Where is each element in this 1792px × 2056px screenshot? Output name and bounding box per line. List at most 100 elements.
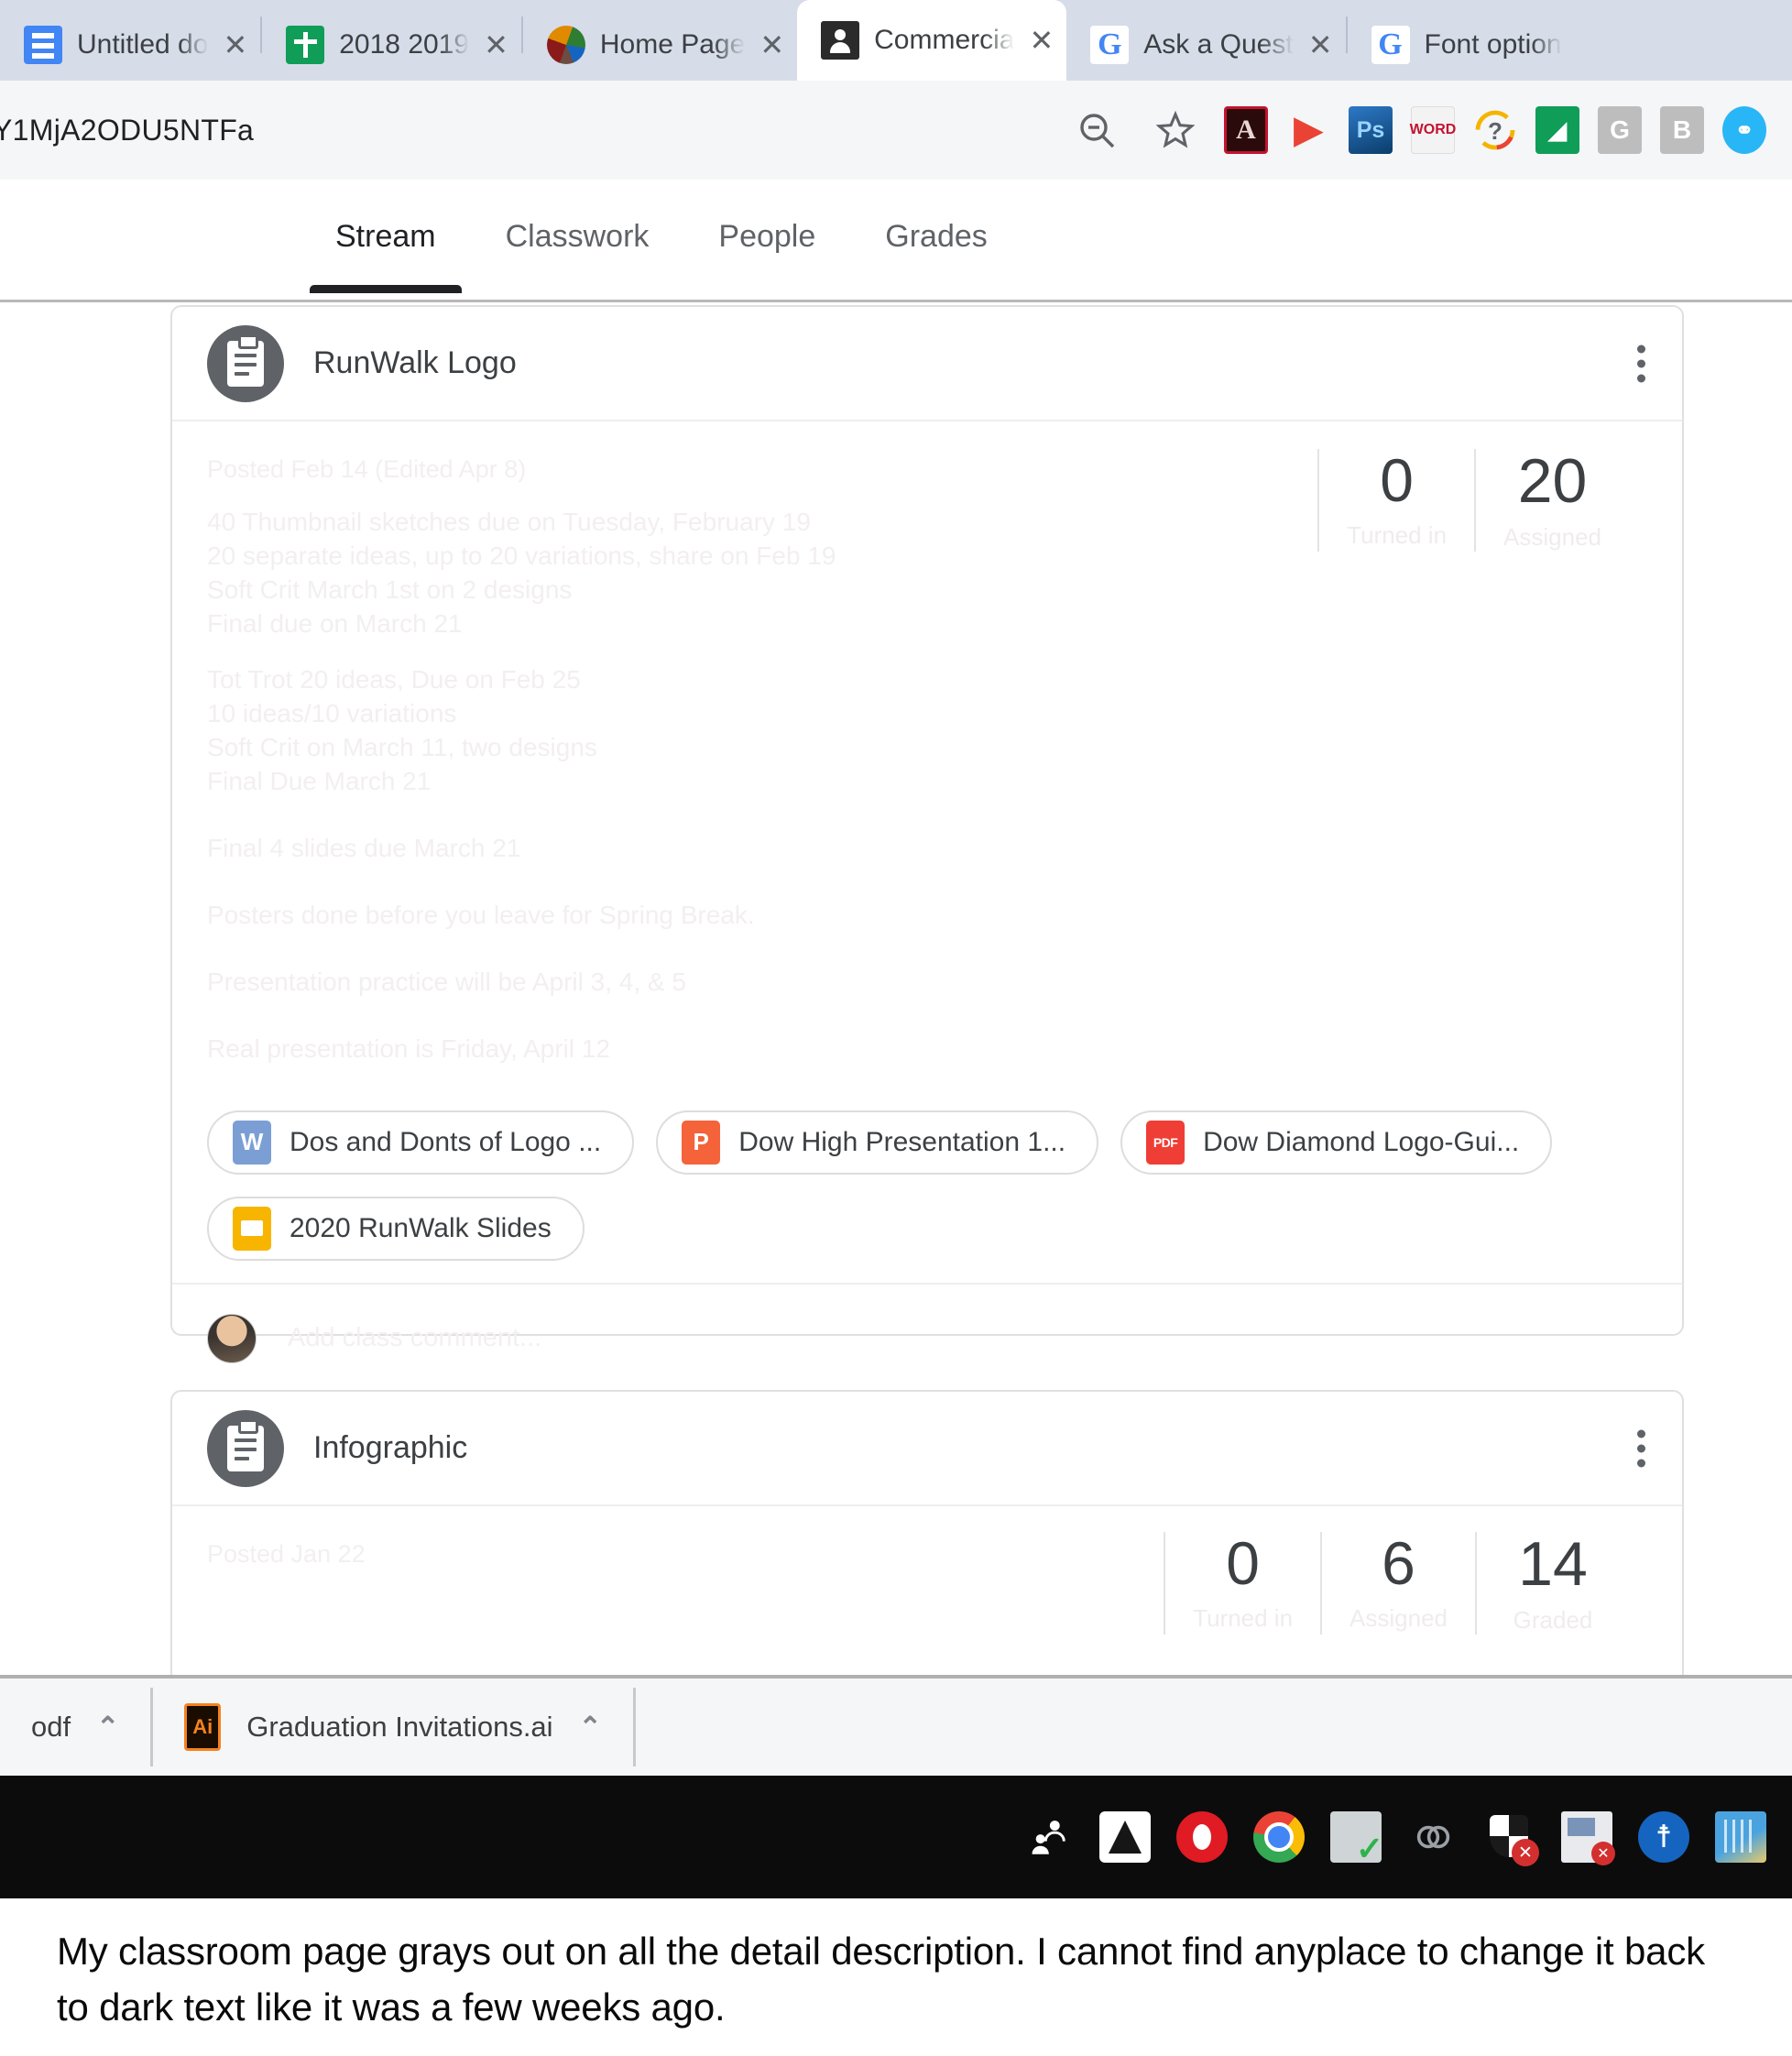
creative-cloud-icon[interactable] (1407, 1811, 1459, 1863)
post-description-line-2: Posters done before you leave for Spring… (207, 900, 755, 929)
comment-placeholder: Add class comment... (288, 1323, 542, 1353)
post-title[interactable]: Infographic (313, 1430, 467, 1466)
printer-ready-icon[interactable] (1330, 1811, 1383, 1868)
google-drive-icon[interactable] (1099, 1811, 1151, 1863)
classroom-stream-content: RunWalk Logo Posted Feb 14 (Edited Apr 8… (0, 305, 1792, 1675)
add-class-comment-row[interactable]: Add class comment... (172, 1282, 1682, 1393)
download-filename: Graduation Invitations.ai (246, 1711, 553, 1743)
assignment-clipboard-icon (207, 1409, 284, 1487)
tab-people[interactable]: People (683, 180, 850, 293)
google-docs-icon (24, 26, 62, 64)
shelf-divider (632, 1688, 636, 1766)
post-body: Posted Feb 14 (Edited Apr 8) 40 Thumbnai… (172, 421, 1682, 1270)
close-tab-icon[interactable]: ✕ (759, 30, 784, 60)
attachment-label: 2020 RunWalk Slides (290, 1212, 552, 1243)
link-extension-icon[interactable]: ⚭ (1722, 106, 1766, 154)
stat-label: Turned in (1193, 1604, 1294, 1633)
browser-tab-home-page[interactable]: Home Page ✕ (523, 9, 797, 81)
post-stats: 0 Turned in 6 Assigned 14 Graded (1164, 1529, 1629, 1635)
attachment-label: Dos and Donts of Logo ... (290, 1126, 602, 1157)
opera-icon[interactable] (1176, 1811, 1228, 1863)
tab-label: Classwork (505, 218, 650, 254)
stat-assigned[interactable]: 6 Assigned (1320, 1529, 1475, 1635)
download-item-graduation-invitations[interactable]: Ai Graduation Invitations.ai ⌃ (153, 1677, 632, 1777)
tab-classwork[interactable]: Classwork (471, 180, 684, 293)
zoom-out-icon[interactable] (1057, 91, 1136, 170)
omnibox-actions: ▶ Ps WORD ? ◢ G B ⚭ (1057, 91, 1792, 170)
stat-graded[interactable]: 14 Graded (1475, 1529, 1629, 1635)
people-icon[interactable] (1022, 1811, 1074, 1863)
tab-stream[interactable]: Stream (300, 180, 471, 293)
close-tab-icon[interactable]: ✕ (484, 30, 508, 60)
chevron-up-icon[interactable]: ⌃ (96, 1712, 119, 1744)
close-tab-icon[interactable]: ✕ (1308, 30, 1333, 60)
close-tab-icon[interactable]: ✕ (223, 30, 247, 60)
star-icon[interactable] (1136, 91, 1215, 170)
browser-tab-ask-a-question[interactable]: G Ask a Quest ✕ (1066, 9, 1345, 81)
files-error-icon[interactable] (1561, 1811, 1615, 1865)
stat-turned-in[interactable]: 0 Turned in (1317, 448, 1474, 552)
tab-title: Untitled do (77, 29, 209, 60)
download-filename: odf (31, 1711, 71, 1743)
post-title[interactable]: RunWalk Logo (313, 345, 517, 381)
browser-omnibox-row: Y1MjA2ODU5NTFa ▶ Ps WORD (0, 81, 1792, 180)
stat-label: Assigned (1349, 1604, 1448, 1633)
svg-text:?: ? (1488, 117, 1502, 145)
attachment-chip[interactable]: P Dow High Presentation 1... (656, 1110, 1099, 1175)
tab-label: People (718, 218, 816, 254)
tab-title: Commercia (874, 25, 1015, 55)
tab-label: Grades (885, 218, 988, 254)
browser-tab-commercial-active[interactable]: Commercia ✕ (797, 0, 1067, 81)
attachment-chip[interactable]: PDF Dow Diamond Logo-Gui... (1120, 1110, 1553, 1175)
download-item-partial[interactable]: odf ⌃ (0, 1677, 150, 1777)
tab-grades[interactable]: Grades (850, 180, 1022, 293)
security-shield-error-icon[interactable] (1484, 1811, 1539, 1866)
browser-tab-sheets[interactable]: 2018 2019 ✕ (262, 9, 521, 81)
powerpoint-document-icon: P (682, 1120, 721, 1165)
google-sheets-icon (286, 26, 325, 64)
photoshop-extension-icon[interactable]: Ps (1349, 106, 1393, 154)
attachment-label: Dow High Presentation 1... (738, 1126, 1066, 1157)
stat-label: Turned in (1347, 521, 1448, 550)
assignment-clipboard-icon (207, 324, 284, 402)
stat-assigned[interactable]: 20 Assigned (1474, 446, 1629, 552)
maps-icon[interactable] (1715, 1811, 1766, 1863)
attachment-chip[interactable]: W Dos and Donts of Logo ... (207, 1110, 635, 1175)
more-options-icon[interactable] (1634, 344, 1647, 382)
google-icon: G (1371, 26, 1410, 64)
stat-turned-in[interactable]: 0 Turned in (1164, 1531, 1320, 1635)
adobe-acrobat-extension-icon[interactable] (1224, 106, 1268, 154)
attachment-label: Dow Diamond Logo-Gui... (1203, 1126, 1520, 1157)
browser-tab-docs[interactable]: Untitled do ✕ (0, 9, 260, 81)
browser-tab-font-options[interactable]: G Font option (1348, 9, 1575, 81)
stat-label: Graded (1513, 1606, 1593, 1635)
stat-label: Assigned (1503, 523, 1601, 552)
bluetooth-icon[interactable]: ☨ (1638, 1811, 1689, 1863)
address-bar[interactable]: Y1MjA2ODU5NTFa (0, 100, 1057, 160)
stat-value: 6 (1382, 1529, 1415, 1597)
stat-value: 20 (1517, 446, 1588, 516)
post-description-line-1: Final 4 slides due March 21 (207, 834, 521, 863)
browser-tab-strip: Untitled do ✕ 2018 2019 ✕ Home Page ✕ Co… (0, 0, 1792, 81)
illustrator-file-icon: Ai (184, 1703, 222, 1751)
more-options-icon[interactable] (1634, 1429, 1647, 1467)
b-extension-icon[interactable]: B (1660, 106, 1704, 154)
post-stats: 0 Turned in 20 Assigned (1317, 446, 1629, 552)
url-text: Y1MjA2ODU5NTFa (0, 113, 255, 147)
red-arrow-extension-icon[interactable]: ▶ (1286, 106, 1330, 154)
google-chrome-icon[interactable] (1253, 1811, 1305, 1863)
post-attachments: W Dos and Donts of Logo ... P Dow High P… (207, 1110, 1647, 1270)
grammarly-extension-icon[interactable]: G (1598, 106, 1642, 154)
tab-label: Stream (335, 218, 436, 254)
close-tab-icon[interactable]: ✕ (1029, 26, 1054, 55)
word-converter-extension-icon[interactable]: WORD (1410, 106, 1456, 154)
chevron-up-icon[interactable]: ⌃ (579, 1712, 602, 1744)
green-feed-extension-icon[interactable]: ◢ (1535, 106, 1579, 154)
attachment-chip[interactable]: 2020 RunWalk Slides (207, 1196, 585, 1261)
question-mark-extension-icon[interactable]: ? (1473, 106, 1517, 154)
post-card-runwalk-logo[interactable]: RunWalk Logo Posted Feb 14 (Edited Apr 8… (170, 305, 1684, 1363)
classroom-nav-tabs: Stream Classwork People Grades (0, 180, 1792, 302)
post-card-infographic[interactable]: Infographic Posted Jan 22 0 Turned in 6 … (170, 1390, 1684, 1675)
stat-value: 14 (1518, 1529, 1588, 1599)
pdf-document-icon: PDF (1146, 1120, 1186, 1165)
